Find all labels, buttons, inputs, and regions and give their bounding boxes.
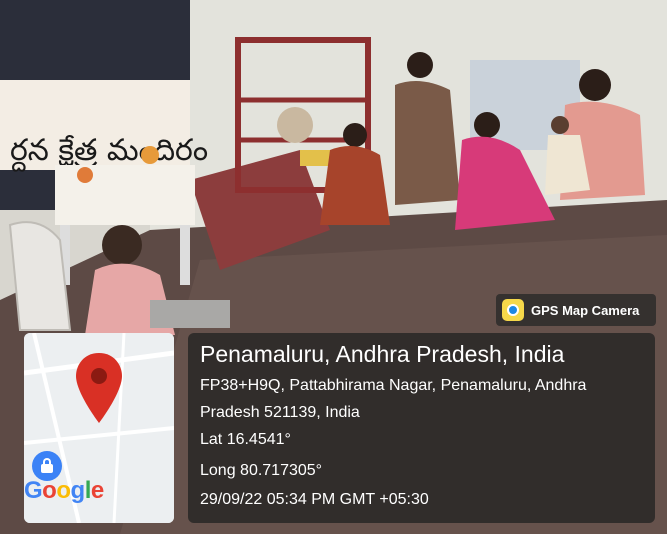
google-letter: o bbox=[42, 477, 57, 504]
google-letter: e bbox=[90, 477, 104, 504]
google-letter: G bbox=[24, 477, 43, 504]
longitude-text: Long 80.717305° bbox=[200, 462, 323, 479]
badge-label: GPS Map Camera bbox=[531, 302, 640, 318]
location-info-card: Penamaluru, Andhra Pradesh, India FP38+H… bbox=[188, 333, 655, 523]
google-letter: o bbox=[56, 477, 71, 504]
address-line-2: Pradesh 521139, India bbox=[200, 404, 360, 421]
address-line-1: FP38+H9Q, Pattabhirama Nagar, Penamaluru… bbox=[200, 377, 587, 394]
gps-map-camera-badge: GPS Map Camera bbox=[496, 294, 656, 326]
google-letter: g bbox=[70, 477, 86, 504]
latitude-text: Lat 16.4541° bbox=[200, 431, 291, 448]
camera-icon bbox=[502, 299, 524, 321]
map-thumbnail: Google bbox=[24, 333, 174, 523]
location-title: Penamaluru, Andhra Pradesh, India bbox=[200, 341, 565, 367]
google-logo: Google bbox=[24, 477, 104, 505]
datetime-text: 29/09/22 05:34 PM GMT +05:30 bbox=[200, 491, 429, 508]
